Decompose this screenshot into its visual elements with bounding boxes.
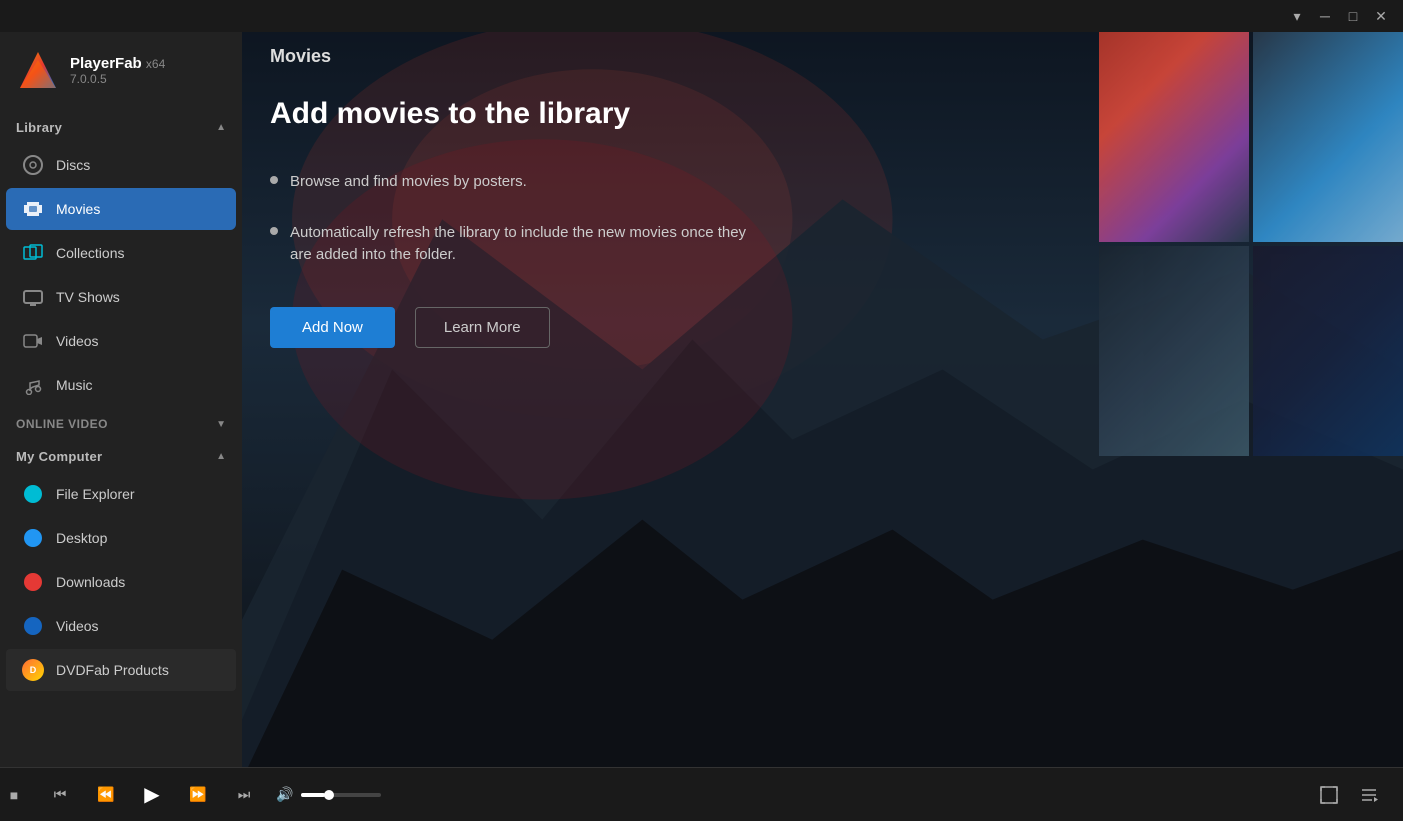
library-chevron-icon: ▲: [216, 122, 226, 133]
file-explorer-label: File Explorer: [56, 486, 135, 502]
playback-right-buttons: [1315, 781, 1383, 809]
sidebar-item-videos-2[interactable]: Videos: [6, 605, 236, 647]
file-explorer-icon: [22, 483, 44, 505]
app-name: PlayerFab x64: [70, 55, 165, 72]
volume-icon: 🔊: [276, 786, 293, 803]
bullet-text-2: Automatically refresh the library to inc…: [290, 222, 770, 267]
sidebar-item-desktop[interactable]: Desktop: [6, 517, 236, 559]
settings-button[interactable]: ▾: [1283, 2, 1311, 30]
add-now-button[interactable]: Add Now: [270, 307, 395, 348]
content-overlay: Movies Add movies to the library Browse …: [242, 32, 1403, 767]
bullet-dot-2: [270, 227, 278, 235]
discs-label: Discs: [56, 157, 90, 173]
sidebar-item-videos[interactable]: Videos: [6, 320, 236, 362]
playback-bar: ■ ⏮ ⏪ ▶ ⏩ ⏭ 🔊: [0, 767, 1403, 821]
sidebar-item-music[interactable]: Music: [6, 364, 236, 406]
online-video-label: ONLINE VIDEO: [16, 417, 108, 431]
videos-icon: [22, 330, 44, 352]
downloads-icon: [22, 571, 44, 593]
tv-shows-label: TV Shows: [56, 289, 120, 305]
minimize-button[interactable]: ─: [1311, 2, 1339, 30]
online-video-section[interactable]: ONLINE VIDEO ▼: [0, 407, 242, 441]
library-section-header[interactable]: Library ▲: [0, 112, 242, 143]
my-computer-chevron-icon: ▲: [216, 451, 226, 462]
bullet-dot-1: [270, 176, 278, 184]
movies-label: Movies: [56, 201, 100, 217]
sidebar-item-movies[interactable]: Movies: [6, 188, 236, 230]
collections-icon: [22, 242, 44, 264]
collections-label: Collections: [56, 245, 124, 261]
videos2-label: Videos: [56, 618, 99, 634]
music-icon: [22, 374, 44, 396]
main-content-area: Movies Add movies to the library Browse …: [242, 32, 1403, 767]
volume-fill: [301, 793, 325, 797]
videos2-icon: [22, 615, 44, 637]
desktop-icon: [22, 527, 44, 549]
library-label: Library: [16, 120, 62, 135]
skip-back-button[interactable]: ⏮: [46, 781, 74, 809]
bullet-points: Browse and find movies by posters. Autom…: [270, 171, 1375, 267]
disc-icon: [22, 154, 44, 176]
movies-icon: [22, 198, 44, 220]
sidebar-item-discs[interactable]: Discs: [6, 144, 236, 186]
tv-icon: [22, 286, 44, 308]
online-video-chevron-icon: ▼: [216, 419, 226, 430]
bullet-item-2: Automatically refresh the library to inc…: [270, 222, 1375, 267]
fast-forward-button[interactable]: ⏩: [184, 781, 212, 809]
learn-more-button[interactable]: Learn More: [415, 307, 550, 348]
volume-thumb: [324, 790, 334, 800]
play-button[interactable]: ▶: [138, 781, 166, 809]
stop-button[interactable]: ■: [0, 781, 28, 809]
fullscreen-button[interactable]: [1315, 781, 1343, 809]
action-buttons: Add Now Learn More: [270, 307, 1375, 348]
playlist-button[interactable]: [1355, 781, 1383, 809]
sidebar-item-tv-shows[interactable]: TV Shows: [6, 276, 236, 318]
desktop-label: Desktop: [56, 530, 107, 546]
page-title-bar: Movies: [242, 32, 1403, 67]
app-logo-icon: [16, 48, 60, 92]
downloads-label: Downloads: [56, 574, 125, 590]
bullet-item-1: Browse and find movies by posters.: [270, 171, 1375, 194]
logo-area: PlayerFab x64 7.0.0.5: [0, 32, 242, 112]
rewind-button[interactable]: ⏪: [92, 781, 120, 809]
add-movies-heading: Add movies to the library: [270, 97, 1375, 131]
sidebar: PlayerFab x64 7.0.0.5 Library ▲ Discs: [0, 32, 242, 767]
sidebar-item-collections[interactable]: Collections: [6, 232, 236, 274]
movies-content: Add movies to the library Browse and fin…: [242, 67, 1403, 767]
my-computer-label: My Computer: [16, 449, 102, 464]
close-button[interactable]: ✕: [1367, 2, 1395, 30]
videos-label: Videos: [56, 333, 99, 349]
my-computer-section-header[interactable]: My Computer ▲: [0, 441, 242, 472]
sidebar-item-downloads[interactable]: Downloads: [6, 561, 236, 603]
maximize-button[interactable]: □: [1339, 2, 1367, 30]
dvdfab-icon: D: [22, 659, 44, 681]
music-label: Music: [56, 377, 93, 393]
page-title: Movies: [270, 46, 331, 66]
sidebar-item-dvdfab[interactable]: D DVDFab Products: [6, 649, 236, 691]
sidebar-item-file-explorer[interactable]: File Explorer: [6, 473, 236, 515]
logo-text: PlayerFab x64 7.0.0.5: [70, 55, 165, 86]
bullet-text-1: Browse and find movies by posters.: [290, 171, 527, 194]
volume-area: 🔊: [276, 786, 381, 803]
app-version: 7.0.0.5: [70, 72, 165, 86]
volume-slider[interactable]: [301, 793, 381, 797]
titlebar: ▾ ─ □ ✕: [0, 0, 1403, 32]
skip-forward-button[interactable]: ⏭: [230, 781, 258, 809]
dvdfab-label: DVDFab Products: [56, 662, 169, 678]
